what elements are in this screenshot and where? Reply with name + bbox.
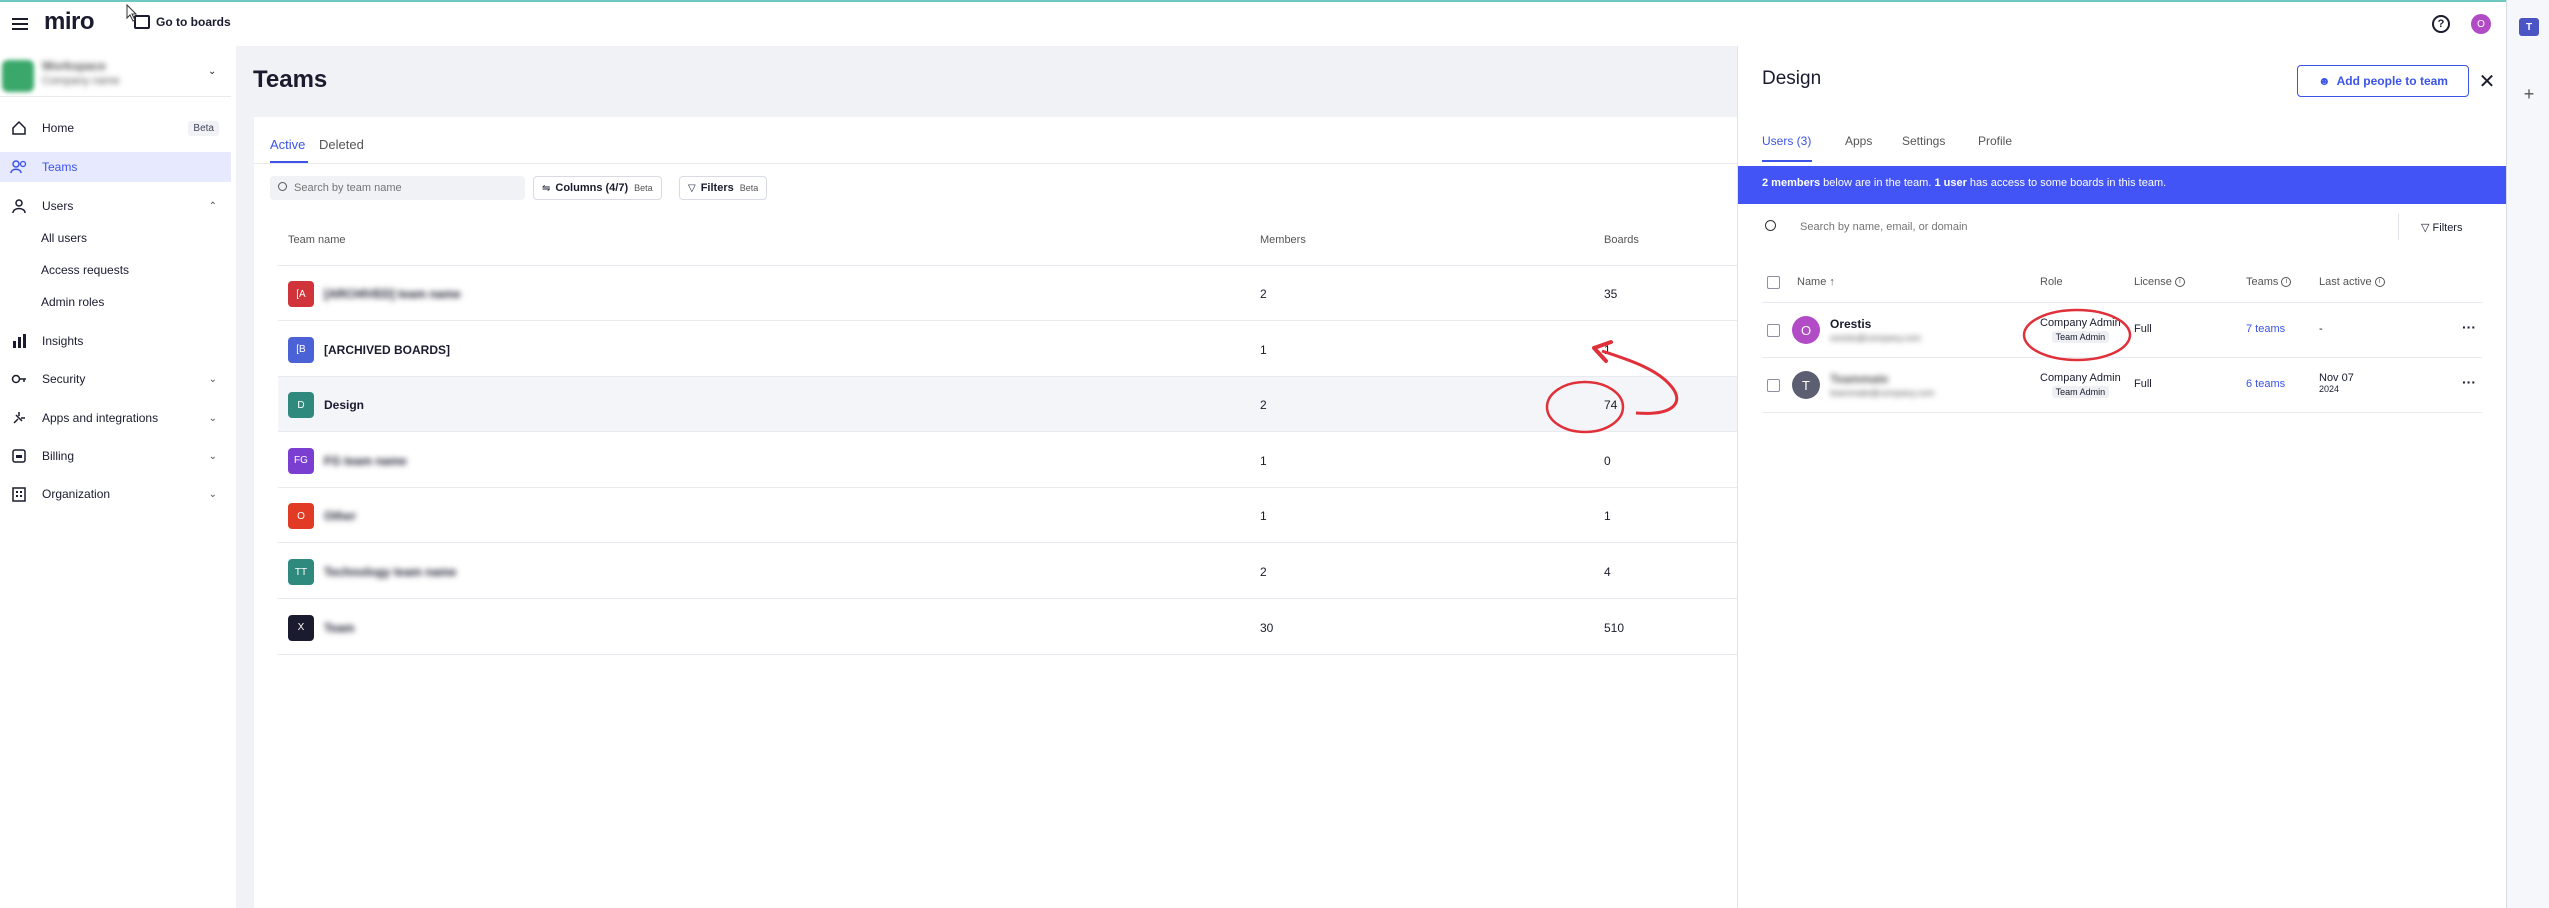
org-name: Workspace [42, 59, 106, 73]
team-name[interactable]: Team [324, 621, 354, 635]
billing-icon [10, 447, 28, 465]
team-avatar: TT [288, 559, 314, 585]
boards-count: 510 [1604, 620, 1625, 635]
team-detail-panel: Design ☻ Add people to team ✕ Users (3) … [1737, 46, 2506, 908]
cursor-icon [126, 3, 138, 27]
building-icon [10, 485, 28, 503]
sidebar-item-apps[interactable]: Apps and integrations ⌄ [0, 403, 231, 433]
chevron-down-icon: ⌄ [208, 373, 217, 385]
chevron-down-icon: ⌄ [208, 412, 217, 424]
menu-icon[interactable] [10, 14, 30, 34]
sidebar-item-label: Organization [42, 487, 111, 501]
go-to-boards-label: Go to boards [156, 15, 231, 29]
teams-icon [10, 158, 28, 176]
chart-icon [10, 332, 28, 350]
sidebar-item-label: Teams [42, 160, 78, 174]
main-content: Teams Active Deleted ⇋ Columns (4/7) Bet… [236, 46, 1748, 908]
help-icon[interactable]: ? [2432, 15, 2450, 33]
sidebar-item-organization[interactable]: Organization ⌄ [0, 479, 231, 509]
annotation-overlay [1545, 340, 1679, 434]
sidebar-item-label: Security [42, 372, 86, 386]
plus-icon[interactable]: + [2519, 84, 2539, 104]
team-name[interactable]: Technology team name [324, 565, 456, 579]
sidebar-item-label: Home [42, 121, 75, 135]
team-avatar: X [288, 614, 314, 641]
members-count: 30 [1260, 620, 1274, 635]
sidebar-item-insights[interactable]: Insights [0, 326, 231, 356]
org-sub: Company name [42, 75, 120, 87]
user-icon [10, 197, 28, 215]
sidebar-item-home[interactable]: Home Beta [0, 113, 231, 143]
sidebar-subitem-all-users[interactable]: All users [41, 231, 87, 245]
org-logo [2, 60, 34, 92]
sidebar-divider [0, 96, 231, 97]
chevron-up-icon: ⌃ [208, 200, 217, 212]
sidebar-item-security[interactable]: Security ⌄ [0, 364, 231, 394]
sidebar-item-teams[interactable]: Teams [0, 152, 231, 182]
sidebar-item-label: Billing [42, 449, 75, 463]
go-to-boards-button[interactable]: Go to boards [134, 15, 231, 29]
table-row[interactable]: TT Technology team name 2 4 [278, 544, 1748, 599]
boards-count: 4 [1604, 565, 1611, 579]
annotation-circle [1545, 380, 1625, 434]
chevron-down-icon: ⌄ [208, 488, 217, 500]
org-switcher[interactable]: Workspace Company name ⌄ [0, 54, 225, 92]
sidebar: Workspace Company name ⌄ Home Beta Teams… [0, 46, 233, 908]
sidebar-subitem-access-requests[interactable]: Access requests [41, 263, 129, 277]
sidebar-item-users[interactable]: Users ⌃ [0, 191, 231, 221]
members-count: 2 [1260, 565, 1267, 579]
sidebar-item-label: Apps and integrations [42, 411, 159, 425]
key-icon [10, 370, 28, 388]
sidebar-item-label: Insights [42, 334, 84, 348]
sidebar-subitem-admin-roles[interactable]: Admin roles [41, 295, 104, 309]
annotation-arrow [1601, 349, 1679, 415]
chevron-down-icon: ⌄ [208, 66, 217, 77]
sidebar-item-billing[interactable]: Billing ⌄ [0, 441, 231, 471]
user-avatar[interactable]: O [2471, 14, 2491, 34]
home-icon [10, 119, 28, 137]
beta-badge: Beta [188, 120, 219, 136]
annotation-overlay [2022, 308, 2132, 362]
miro-logo[interactable]: miro [44, 8, 95, 36]
chevron-down-icon: ⌄ [208, 450, 217, 462]
top-bar: miro Go to boards ? O [0, 0, 2506, 46]
sidebar-item-label: Users [42, 199, 74, 213]
teams-app-icon[interactable]: T [2519, 18, 2539, 36]
table-row[interactable]: X Team 30 510 [278, 600, 1748, 655]
plug-icon [10, 409, 28, 427]
right-rail: T + [2506, 0, 2549, 908]
annotation-circle [2022, 308, 2132, 362]
